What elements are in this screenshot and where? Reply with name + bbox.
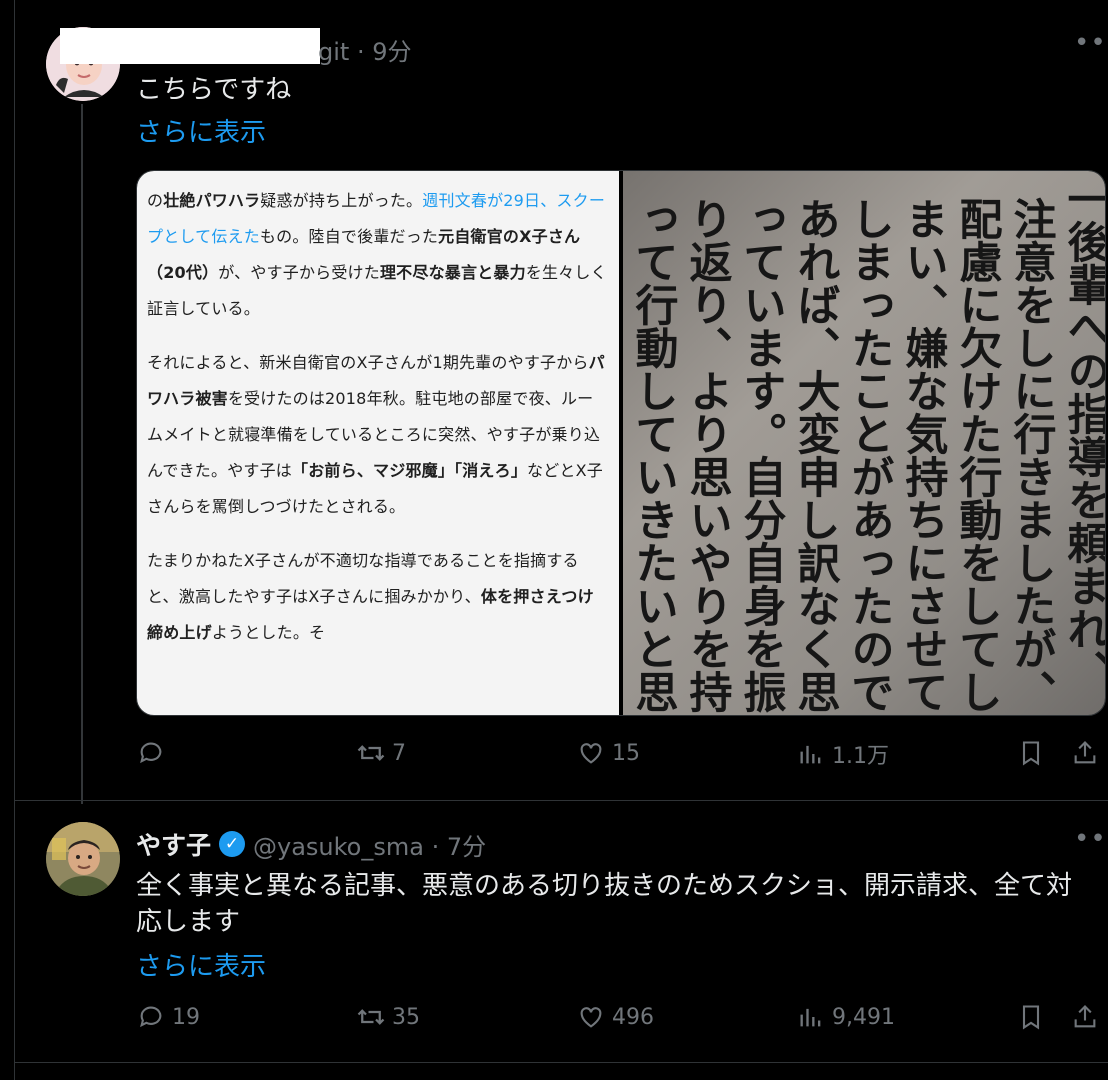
verified-badge-icon: ✓: [219, 831, 246, 857]
retweet-icon: [356, 1002, 386, 1032]
share-button[interactable]: [1070, 738, 1100, 768]
views-button[interactable]: 9,491: [796, 1002, 895, 1032]
like-button[interactable]: 496: [576, 1002, 654, 1032]
show-more-link[interactable]: さらに表示: [136, 946, 266, 983]
tweet-meta[interactable]: @yasuko_sma · 7分: [253, 827, 486, 862]
avatar[interactable]: [46, 822, 120, 896]
retweet-icon: [356, 738, 386, 768]
like-count: 15: [612, 740, 640, 766]
views-icon: [796, 1002, 826, 1032]
retweet-button[interactable]: 35: [356, 1002, 420, 1032]
tweet-actions: 7 15 1.1万: [0, 738, 1108, 782]
article-paragraph: の壮絶パワハラ疑惑が持ち上がった。週刊文春が29日、スクープとして伝えたもの。陸…: [147, 191, 607, 318]
tweet-divider: [14, 1062, 1108, 1063]
letter-column: 配慮に欠けた行動をしてし: [952, 197, 1002, 713]
reply-count: 19: [172, 1004, 200, 1030]
share-button[interactable]: [1070, 1002, 1100, 1032]
like-button[interactable]: 15: [576, 738, 640, 768]
avatar-photo-icon: [46, 822, 120, 896]
like-count: 496: [612, 1004, 654, 1030]
letter-column: しまったことがあったので: [844, 197, 894, 713]
tweet-media[interactable]: の壮絶パワハラ疑惑が持ち上がった。週刊文春が29日、スクープとして伝えたもの。陸…: [136, 170, 1106, 716]
letter-column: 注意をしに行きましたが、: [1006, 197, 1056, 713]
retweet-count: 35: [392, 1004, 420, 1030]
display-name[interactable]: やす子: [136, 826, 211, 862]
redacted-name: [60, 28, 320, 64]
apology-letter-photo: 一後輩への指導を頼まれ、 注意をしに行きましたが、 配慮に欠けた行動をしてし まい、嫌…: [623, 171, 1106, 715]
cropped-top-text: [147, 171, 609, 183]
share-icon: [1070, 1002, 1100, 1032]
views-count: 1.1万: [832, 744, 889, 769]
letter-column: まい、嫌な気持ちにさせて: [898, 197, 948, 713]
tweet-divider: [14, 800, 1108, 801]
tweet-actions: 19 35 496 9,491: [0, 1002, 1108, 1046]
retweet-count: 7: [392, 740, 406, 766]
left-border: [14, 0, 15, 1080]
news-article-screenshot: の壮絶パワハラ疑惑が持ち上がった。週刊文春が29日、スクープとして伝えたもの。陸…: [137, 171, 619, 715]
views-icon: [796, 739, 826, 769]
bookmark-button[interactable]: [1016, 1002, 1046, 1032]
letter-column: り返り、より思いやりを持: [682, 197, 732, 713]
show-more-link[interactable]: さらに表示: [136, 112, 266, 149]
tweet-meta[interactable]: git · 9分: [318, 32, 411, 67]
letter-column: って行動していきたいと思: [628, 197, 678, 713]
bookmark-icon: [1016, 1002, 1046, 1032]
views-button[interactable]: 1.1万: [796, 738, 889, 770]
more-options-icon[interactable]: •••: [1074, 28, 1108, 58]
reply-button[interactable]: 19: [136, 1002, 200, 1032]
author-row: やす子 ✓ @yasuko_sma · 7分: [136, 826, 486, 862]
bookmark-button[interactable]: [1016, 738, 1046, 768]
views-count: 9,491: [832, 1004, 895, 1030]
letter-column: あれば、大変申し訳なく思: [790, 197, 840, 713]
more-options-icon[interactable]: •••: [1074, 824, 1108, 854]
timeline: git · 9分 ••• こちらですね さらに表示 の壮絶パワハラ疑惑が持ち上が…: [0, 0, 1108, 1080]
tweet-text: こちらですね: [136, 75, 292, 105]
bookmark-icon: [1016, 738, 1046, 768]
retweet-button[interactable]: 7: [356, 738, 406, 768]
letter-column: 一後輩への指導を頼まれ、: [1060, 177, 1106, 693]
share-icon: [1070, 738, 1100, 768]
reply-icon: [136, 738, 166, 768]
article-paragraph: それによると、新米自衛官のX子さんが1期先輩のやす子からパワハラ被害を受けたのは…: [147, 353, 605, 516]
article-paragraph: たまりかねたX子さんが不適切な指導であることを指摘すると、激高したやす子はX子さ…: [147, 551, 594, 642]
thread-line: [81, 104, 83, 804]
letter-column: っています。自分自身を振: [736, 197, 786, 713]
heart-icon: [576, 738, 606, 768]
reply-icon: [136, 1002, 166, 1032]
tweet-text: 全く事実と異なる記事、悪意のある切り抜きのためスクショ、開示請求、全て対応します: [136, 871, 1073, 937]
reply-button[interactable]: [136, 738, 172, 768]
heart-icon: [576, 1002, 606, 1032]
